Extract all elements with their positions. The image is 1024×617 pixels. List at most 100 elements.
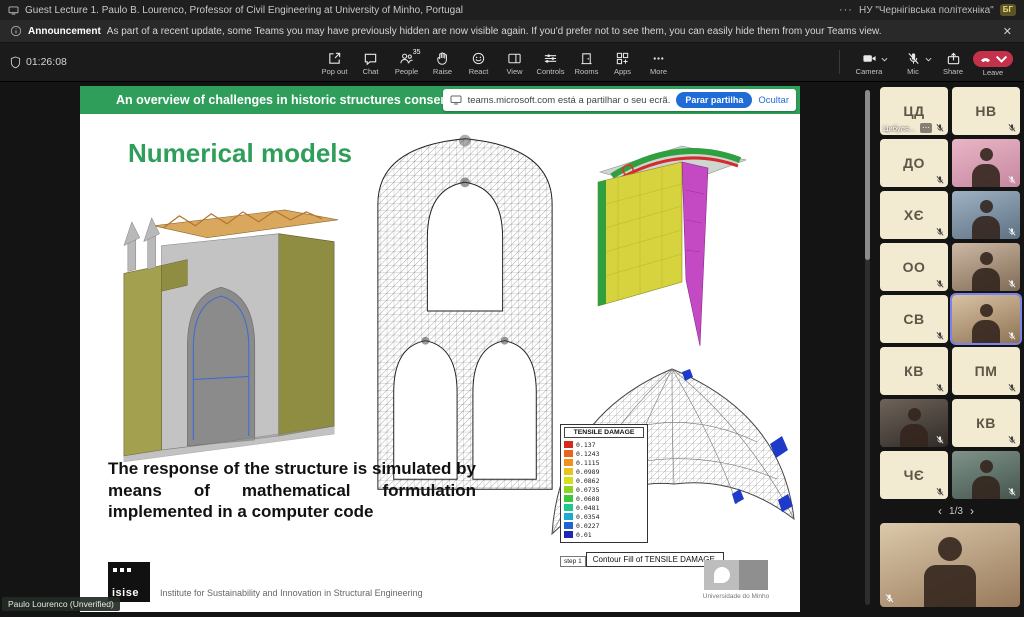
caption-step: step 1: [560, 556, 586, 567]
participant-tile[interactable]: НВ: [952, 87, 1020, 135]
scrollbar-thumb[interactable]: [865, 90, 870, 260]
share-banner-text: teams.microsoft.com está a partilhar o s…: [468, 95, 671, 106]
participant-tile[interactable]: ХЄ: [880, 191, 948, 239]
controls-button[interactable]: Controls: [534, 48, 568, 76]
participant-tile[interactable]: КВ: [880, 347, 948, 395]
participant-initials: ХЄ: [904, 207, 924, 223]
org-name: НУ "Чернігівська політехніка": [859, 5, 994, 16]
participant-tile[interactable]: [952, 295, 1020, 343]
leave-pill[interactable]: [973, 51, 1013, 67]
chevron-down-icon[interactable]: [995, 54, 1008, 64]
raise-hand-icon: [435, 51, 450, 66]
participant-video-large[interactable]: [880, 523, 1020, 607]
tensile-damage-legend: TENSILE DAMAGE 0.1370.12430.11150.09890.…: [560, 424, 648, 543]
legend-color-swatch: [564, 522, 573, 529]
legend-value: 0.0989: [576, 468, 599, 476]
legend-entry: 0.1115: [564, 458, 644, 467]
announcement-banner: Announcement As part of a recent update,…: [0, 20, 1024, 43]
participant-tile[interactable]: ЧЄ: [880, 451, 948, 499]
legend-entry: 0.0862: [564, 476, 644, 485]
legend-entries: 0.1370.12430.11150.09890.08620.07350.060…: [564, 440, 644, 539]
participant-tile[interactable]: [952, 451, 1020, 499]
slide-header-text: An overview of challenges in historic st…: [80, 93, 482, 107]
vault-damage-figure: TENSILE DAMAGE 0.1370.12430.11150.09890.…: [532, 324, 800, 576]
stop-sharing-button[interactable]: Parar partilha: [676, 92, 752, 108]
chat-button[interactable]: Chat: [354, 48, 388, 76]
mic-muted-icon: [935, 175, 945, 185]
shared-presentation: An overview of challenges in historic st…: [80, 86, 800, 612]
pop-out-button[interactable]: Pop out: [318, 48, 352, 76]
participant-tile[interactable]: [880, 399, 948, 447]
legend-entry: 0.1243: [564, 449, 644, 458]
uminho-logo: Universidade do Minho: [694, 560, 778, 600]
uminho-logo-text: Universidade do Minho: [694, 593, 778, 600]
uminho-logo-mark: [704, 560, 768, 590]
view-icon: [507, 51, 522, 66]
close-icon[interactable]: ✕: [1001, 25, 1014, 38]
participant-initials: КВ: [976, 415, 996, 431]
legend-entry: 0.0227: [564, 521, 644, 530]
legend-value: 0.0862: [576, 477, 599, 485]
participant-tile[interactable]: ПМ: [952, 347, 1020, 395]
apps-button[interactable]: Apps: [606, 48, 640, 76]
mic-muted-icon: [1007, 383, 1017, 393]
participant-tile[interactable]: [952, 191, 1020, 239]
participant-initials: ЦД: [903, 103, 924, 119]
legend-color-swatch: [564, 477, 573, 484]
camera-button[interactable]: Camera: [848, 48, 890, 76]
mic-muted-icon: [935, 435, 945, 445]
chevron-down-icon[interactable]: [881, 57, 888, 62]
monitor-icon: [450, 95, 462, 105]
person-silhouette: [980, 148, 993, 161]
legend-title: TENSILE DAMAGE: [564, 427, 644, 438]
pager-next-icon[interactable]: ›: [970, 504, 974, 518]
chevron-down-icon[interactable]: [925, 57, 932, 62]
participant-tile[interactable]: [952, 243, 1020, 291]
participant-initials: НВ: [975, 103, 996, 119]
meeting-timer: 01:26:08: [10, 56, 160, 69]
legend-value: 0.0608: [576, 495, 599, 503]
mic-button[interactable]: Mic: [892, 48, 934, 76]
participant-tile[interactable]: ДО: [880, 139, 948, 187]
participant-tile[interactable]: [952, 139, 1020, 187]
participant-tile[interactable]: СВ: [880, 295, 948, 343]
more-icon[interactable]: ⋯: [920, 123, 932, 133]
mic-muted-icon: [935, 331, 945, 341]
participant-tile[interactable]: ОО: [880, 243, 948, 291]
participant-tile[interactable]: КВ: [952, 399, 1020, 447]
stage-scrollbar[interactable]: [865, 90, 870, 605]
info-icon: [10, 25, 22, 37]
leave-button[interactable]: Leave: [972, 48, 1014, 77]
legend-color-swatch: [564, 531, 573, 538]
institute-name: Institute for Sustainability and Innovat…: [160, 588, 423, 602]
mic-muted-icon: [1007, 331, 1017, 341]
colored-fem-block-figure: [582, 120, 758, 352]
legend-value: 0.137: [576, 441, 596, 449]
legend-entry: 0.0989: [564, 467, 644, 476]
title-bar: Guest Lecture 1. Paulo B. Lourenco, Prof…: [0, 0, 1024, 20]
slide-body-text: The response of the structure is simulat…: [108, 458, 476, 523]
teams-meeting-window: Guest Lecture 1. Paulo B. Lourenco, Prof…: [0, 0, 1024, 617]
legend-value: 0.1243: [576, 450, 599, 458]
view-button[interactable]: View: [498, 48, 532, 76]
participant-tile[interactable]: ЦДЦибуля...⋯: [880, 87, 948, 135]
mic-muted-icon: [1007, 123, 1017, 133]
share-button[interactable]: Share: [936, 48, 970, 76]
raise-hand-button[interactable]: Raise: [426, 48, 460, 76]
hide-banner-link[interactable]: Ocultar: [758, 95, 789, 106]
person-silhouette: [908, 408, 921, 421]
more-button[interactable]: More: [642, 48, 676, 76]
participants-panel: ЦДЦибуля...⋯НВДОХЄООСВКВПМКВЧЄ ‹ 1/3 ›: [872, 82, 1024, 617]
person-silhouette: [980, 304, 993, 317]
titlebar-more-button[interactable]: ···: [839, 4, 853, 16]
pager-prev-icon[interactable]: ‹: [938, 504, 942, 518]
profile-avatar[interactable]: БГ: [1000, 4, 1016, 16]
rooms-button[interactable]: Rooms: [570, 48, 604, 76]
react-button[interactable]: React: [462, 48, 496, 76]
people-button[interactable]: 35 People: [390, 48, 424, 76]
pager-label: 1/3: [949, 506, 963, 517]
mic-muted-icon: [1007, 487, 1017, 497]
legend-color-swatch: [564, 486, 573, 493]
person-silhouette: [980, 460, 993, 473]
screen-share-banner: teams.microsoft.com está a partilhar o s…: [443, 89, 796, 111]
